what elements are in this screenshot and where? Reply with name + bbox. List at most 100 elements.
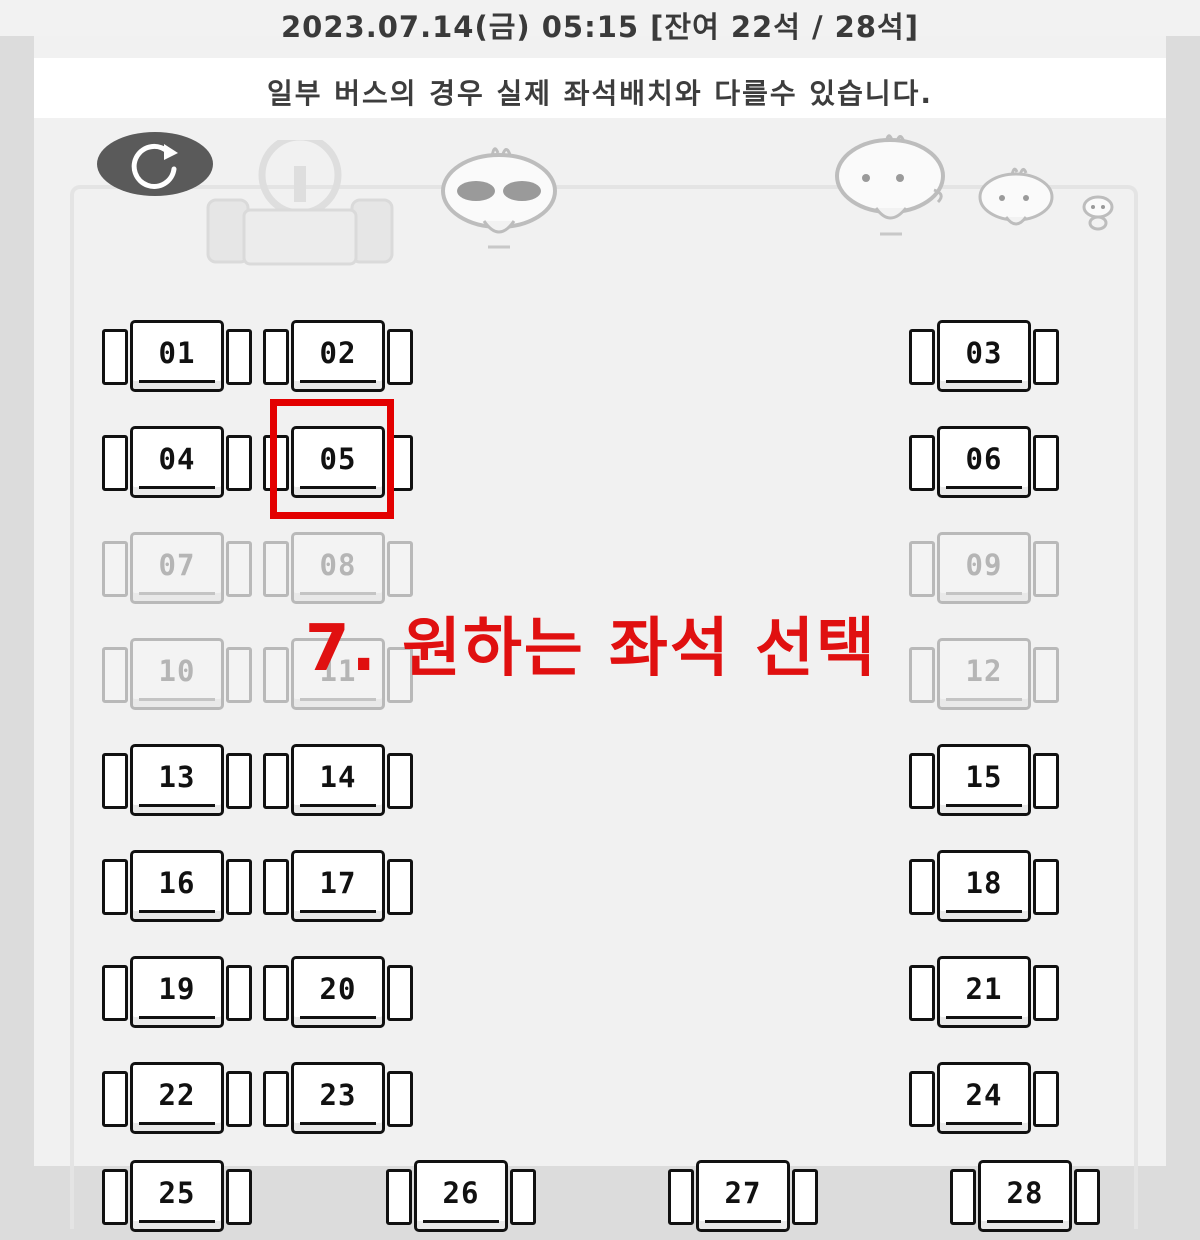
seat-armrest <box>387 753 413 809</box>
seat-number: 13 <box>158 760 196 794</box>
seat-12: 12 <box>909 638 1059 718</box>
seat-number: 09 <box>965 548 1003 582</box>
seat-number: 19 <box>158 972 196 1006</box>
seat-armrest <box>1033 965 1059 1021</box>
seat-22[interactable]: 22 <box>102 1062 252 1142</box>
seat-armrest <box>263 647 289 703</box>
seat-28[interactable]: 28 <box>950 1160 1100 1240</box>
seat-02[interactable]: 02 <box>263 320 413 400</box>
seat-number: 17 <box>319 866 357 900</box>
seat-armrest <box>909 1071 935 1127</box>
seat-armrest <box>226 647 252 703</box>
seat-armrest <box>1033 1071 1059 1127</box>
seat-armrest <box>102 329 128 385</box>
seat-armrest <box>102 1169 128 1225</box>
driver-seat-icon <box>206 140 394 266</box>
seat-04[interactable]: 04 <box>102 426 252 506</box>
seat-armrest <box>226 1169 252 1225</box>
seat-armrest <box>510 1169 536 1225</box>
seat-armrest <box>226 541 252 597</box>
seat-armrest <box>668 1169 694 1225</box>
refresh-button[interactable] <box>97 132 213 196</box>
seat-armrest <box>387 859 413 915</box>
seat-number: 08 <box>319 548 357 582</box>
seat-armrest <box>1033 647 1059 703</box>
seat-armrest <box>102 1071 128 1127</box>
seat-armrest <box>1033 541 1059 597</box>
seat-armrest <box>102 859 128 915</box>
seat-number: 03 <box>965 336 1003 370</box>
departure-info: 2023.07.14(금) 05:15 [잔여 22석 / 28석] <box>281 10 919 44</box>
seat-number: 21 <box>965 972 1003 1006</box>
seat-number: 27 <box>724 1176 762 1210</box>
seat-armrest <box>263 965 289 1021</box>
seat-armrest <box>792 1169 818 1225</box>
seat-number: 28 <box>1006 1176 1044 1210</box>
seat-24[interactable]: 24 <box>909 1062 1059 1142</box>
mascot-sunglasses-icon <box>441 147 557 249</box>
seat-armrest <box>102 965 128 1021</box>
seat-number: 24 <box>965 1078 1003 1112</box>
seat-18[interactable]: 18 <box>909 850 1059 930</box>
seat-armrest <box>226 1071 252 1127</box>
seat-09: 09 <box>909 532 1059 612</box>
seat-armrest <box>1033 329 1059 385</box>
seat-21[interactable]: 21 <box>909 956 1059 1036</box>
instruction-text: 7. 원하는 좌석 선택 <box>305 612 877 686</box>
seat-19[interactable]: 19 <box>102 956 252 1036</box>
seat-armrest <box>387 1071 413 1127</box>
layout-notice: 일부 버스의 경우 실제 좌석배치와 다를수 있습니다. <box>266 77 934 110</box>
seat-number: 20 <box>319 972 357 1006</box>
seat-armrest <box>1033 435 1059 491</box>
seat-07: 07 <box>102 532 252 612</box>
seat-number: 01 <box>158 336 196 370</box>
seat-armrest <box>909 965 935 1021</box>
seat-armrest <box>263 859 289 915</box>
seat-armrest <box>387 329 413 385</box>
seat-number: 02 <box>319 336 357 370</box>
seat-number: 16 <box>158 866 196 900</box>
seat-armrest <box>263 1071 289 1127</box>
selected-seat-highlight <box>270 399 394 519</box>
seat-20[interactable]: 20 <box>263 956 413 1036</box>
seat-13[interactable]: 13 <box>102 744 252 824</box>
refresh-icon <box>131 143 178 189</box>
mascot-tiny-icon <box>1082 195 1114 231</box>
seat-armrest <box>1033 753 1059 809</box>
seat-armrest <box>387 965 413 1021</box>
seat-armrest <box>909 329 935 385</box>
seat-number: 26 <box>442 1176 480 1210</box>
seat-number: 07 <box>158 548 196 582</box>
seat-armrest <box>263 753 289 809</box>
seat-15[interactable]: 15 <box>909 744 1059 824</box>
seat-number: 25 <box>158 1176 196 1210</box>
seat-03[interactable]: 03 <box>909 320 1059 400</box>
seat-armrest <box>102 647 128 703</box>
seat-number: 18 <box>965 866 1003 900</box>
seat-armrest <box>909 541 935 597</box>
seat-06[interactable]: 06 <box>909 426 1059 506</box>
seat-23[interactable]: 23 <box>263 1062 413 1142</box>
seat-armrest <box>226 329 252 385</box>
seat-armrest <box>950 1169 976 1225</box>
seat-armrest <box>263 329 289 385</box>
seat-armrest <box>226 965 252 1021</box>
seat-armrest <box>226 753 252 809</box>
seat-armrest <box>102 435 128 491</box>
seat-number: 15 <box>965 760 1003 794</box>
seat-armrest <box>909 647 935 703</box>
mascot-small-icon <box>978 167 1054 226</box>
seat-01[interactable]: 01 <box>102 320 252 400</box>
seat-number: 06 <box>965 442 1003 476</box>
seat-17[interactable]: 17 <box>263 850 413 930</box>
seat-16[interactable]: 16 <box>102 850 252 930</box>
seat-number: 22 <box>158 1078 196 1112</box>
seat-number: 10 <box>158 654 196 688</box>
mascot-large-icon <box>835 134 945 236</box>
seat-26[interactable]: 26 <box>386 1160 536 1240</box>
seat-25[interactable]: 25 <box>102 1160 252 1240</box>
seat-14[interactable]: 14 <box>263 744 413 824</box>
seat-27[interactable]: 27 <box>668 1160 818 1240</box>
seat-10: 10 <box>102 638 252 718</box>
seat-armrest <box>102 753 128 809</box>
